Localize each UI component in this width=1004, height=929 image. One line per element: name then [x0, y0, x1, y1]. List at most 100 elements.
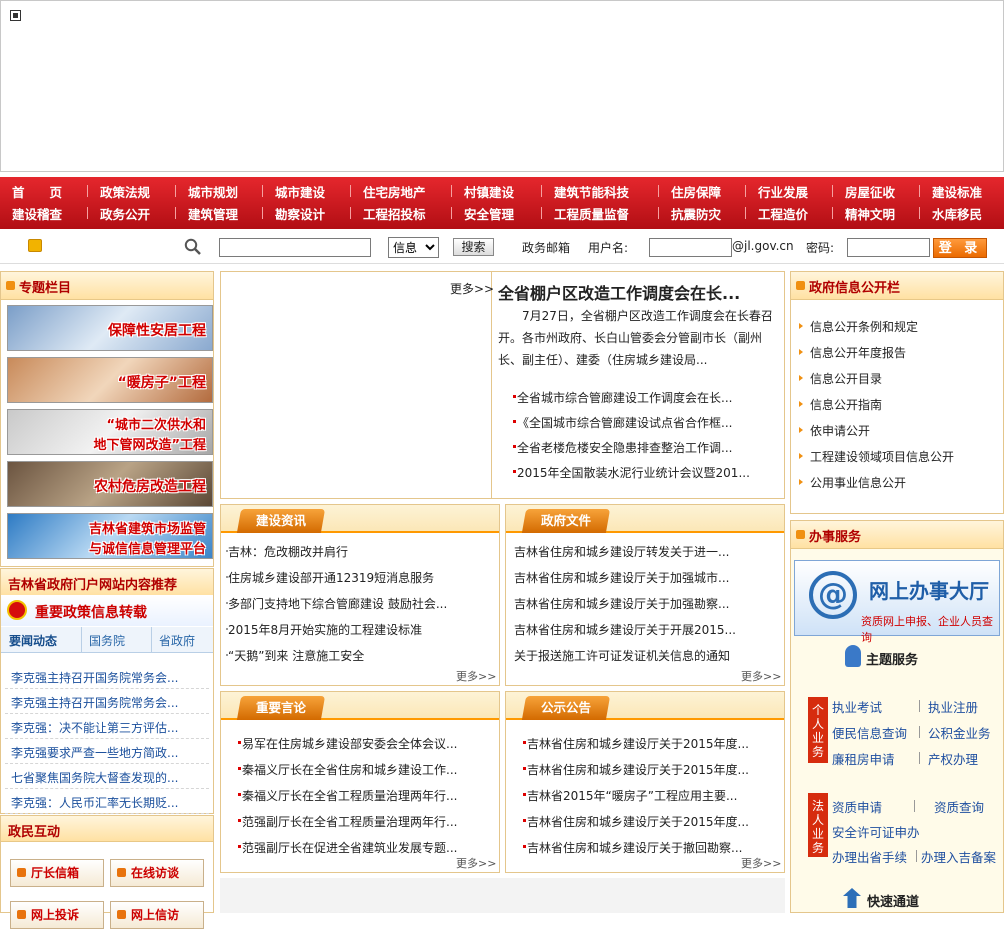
news-link[interactable]: 七省聚焦国务院大督查发现的... [11, 769, 178, 786]
nav-item[interactable]: 工程招投标 [363, 204, 426, 223]
nav-item[interactable]: 抗震防灾 [671, 204, 721, 223]
box-tab[interactable]: 重要言论 [236, 696, 326, 720]
news-link[interactable]: 李克强主持召开国务院常务会... [11, 694, 178, 711]
personal-link[interactable]: 公积金业务 [928, 723, 991, 742]
list-item[interactable]: 关于报送施工许可证发证机关信息的通知 [514, 647, 730, 664]
interaction-button[interactable]: 网上信访 [110, 901, 204, 929]
info-link[interactable]: 信息公开指南 [810, 396, 882, 413]
info-link[interactable]: 工程建设领域项目信息公开 [810, 448, 954, 465]
list-item[interactable]: 吉林省住房和城乡建设厅关于2015年度... [527, 761, 749, 778]
interaction-button[interactable]: 在线访谈 [110, 859, 204, 887]
nav-item[interactable]: 村镇建设 [464, 182, 514, 201]
box-tab[interactable]: 建设资讯 [236, 509, 326, 533]
list-item[interactable]: 吉林省住房和城乡建设厅关于2015年度... [527, 813, 749, 830]
tab-0[interactable]: 要闻动态 [9, 632, 57, 649]
search-button[interactable]: 搜索 [453, 238, 494, 256]
nav-item[interactable]: 住宅房地产 [363, 182, 426, 201]
nav-item[interactable]: 工程造价 [758, 204, 808, 223]
list-item[interactable]: 2015年8月开始实施的工程建设标准 [228, 621, 422, 638]
nav-item[interactable]: 政策法规 [100, 182, 150, 201]
nav-item[interactable]: 勘察设计 [275, 204, 325, 223]
news-link[interactable]: 李克强：人民币汇率无长期贬... [11, 794, 178, 811]
headline-link[interactable]: 全省城市综合管廊建设工作调度会在长... [517, 389, 732, 406]
more-link[interactable]: 更多>> [456, 668, 496, 684]
list-item[interactable]: 李克强：人民币汇率无长期贬... [5, 792, 209, 814]
list-item[interactable]: 李克强要求严查一些地方简政... [5, 742, 209, 764]
info-link[interactable]: 信息公开目录 [810, 370, 882, 387]
more-link[interactable]: 更多>> [741, 668, 781, 684]
list-item[interactable]: 吉林省住房和城乡建设厅关于加强城市... [514, 569, 729, 586]
more-link-top[interactable]: 更多>> [450, 280, 494, 297]
nav-item[interactable]: 建筑管理 [188, 204, 238, 223]
special-topic-banner[interactable]: 保障性安居工程 [7, 305, 213, 351]
list-item[interactable]: 吉林省住房和城乡建设厅关于撤回勘察... [527, 839, 742, 856]
personal-link[interactable]: 产权办理 [928, 749, 978, 768]
personal-link[interactable]: 廉租房申请 [832, 749, 895, 768]
corporate-link[interactable]: 资质查询 [934, 797, 984, 816]
nav-item[interactable]: 城市规划 [188, 182, 238, 201]
info-link[interactable]: 信息公开年度报告 [810, 344, 906, 361]
list-item[interactable]: “天鹅”到来 注意施工安全 [228, 647, 364, 664]
policy-banner[interactable]: 重要政策信息转载 [1, 596, 213, 626]
list-item[interactable]: 吉林省住房和城乡建设厅转发关于进一... [514, 543, 729, 560]
box-tab[interactable]: 政府文件 [521, 509, 611, 533]
corporate-link[interactable]: 办理入吉备案 [921, 847, 996, 866]
list-item[interactable]: 范强副厅长在促进全省建筑业发展专题... [242, 839, 457, 856]
nav-item[interactable]: 首 页 [12, 182, 62, 201]
info-link[interactable]: 公用事业信息公开 [810, 474, 906, 491]
nav-item[interactable]: 城市建设 [275, 182, 325, 201]
tab-1[interactable]: 国务院 [89, 632, 125, 649]
list-item[interactable]: 多部门支持地下综合管廊建设 鼓励社会... [228, 595, 447, 612]
special-topic-banner[interactable]: “城市二次供水和 地下管网改造”工程 [7, 409, 213, 455]
list-item[interactable]: 易军在住房城乡建设部安委会全体会议... [242, 735, 457, 752]
interaction-button[interactable]: 厅长信箱 [10, 859, 104, 887]
online-hall-banner[interactable]: @ 网上办事大厅 资质网上申报、企业人员查询 [794, 560, 1000, 644]
corporate-link[interactable]: 资质申请 [832, 797, 882, 816]
nav-item[interactable]: 安全管理 [464, 204, 514, 223]
nav-item[interactable]: 精神文明 [845, 204, 895, 223]
interaction-button[interactable]: 网上投诉 [10, 901, 104, 929]
list-item[interactable]: 李克强：决不能让第三方评估... [5, 717, 209, 739]
nav-item[interactable]: 政务公开 [100, 204, 150, 223]
login-button[interactable]: 登 录 [933, 238, 987, 258]
headline-title[interactable]: 全省棚户区改造工作调度会在长... [498, 280, 740, 304]
list-item[interactable]: 秦福义厅长在全省工程质量治理两年行... [242, 787, 457, 804]
list-item[interactable]: 住房城乡建设部开通12319短消息服务 [228, 569, 434, 586]
news-link[interactable]: 李克强：决不能让第三方评估... [11, 719, 178, 736]
headline-link[interactable]: 全省老楼危楼安全隐患排查整治工作调... [517, 439, 732, 456]
list-item[interactable]: 吉林省住房和城乡建设厅关于2015年度... [527, 735, 749, 752]
more-link[interactable]: 更多>> [741, 855, 781, 871]
personal-link[interactable]: 便民信息查询 [832, 723, 907, 742]
nav-item[interactable]: 水库移民 [932, 204, 982, 223]
personal-link[interactable]: 执业注册 [928, 697, 978, 716]
special-topic-banner[interactable]: “暖房子”工程 [7, 357, 213, 403]
nav-item[interactable]: 工程质量监督 [554, 204, 629, 223]
home-icon[interactable] [28, 239, 42, 252]
gov-mail-label[interactable]: 政务邮箱 [522, 239, 570, 256]
box-tab[interactable]: 公示公告 [521, 696, 611, 720]
news-link[interactable]: 李克强要求严查一些地方简政... [11, 744, 178, 761]
more-link[interactable]: 更多>> [456, 855, 496, 871]
special-topic-banner[interactable]: 农村危房改造工程 [7, 461, 213, 507]
list-item[interactable]: 李克强主持召开国务院常务会... [5, 692, 209, 714]
nav-item[interactable]: 建筑节能科技 [554, 182, 629, 201]
corporate-link[interactable]: 办理出省手续 [832, 847, 907, 866]
nav-item[interactable]: 建设标准 [932, 182, 982, 201]
list-item[interactable]: 李克强主持召开国务院常务会... [5, 667, 209, 689]
nav-item[interactable]: 行业发展 [758, 182, 808, 201]
list-item[interactable]: 七省聚焦国务院大督查发现的... [5, 767, 209, 789]
headline-link[interactable]: 2015年全国散装水泥行业统计会议暨201... [517, 464, 750, 481]
list-item[interactable]: 吉林：危改棚改并肩行 [228, 543, 348, 560]
list-item[interactable]: 吉林省住房和城乡建设厅关于加强勘察... [514, 595, 729, 612]
list-item[interactable]: 吉林省2015年“暖房子”工程应用主要... [527, 787, 737, 804]
list-item[interactable]: 秦福义厅长在全省住房和城乡建设工作... [242, 761, 457, 778]
nav-item[interactable]: 住房保障 [671, 182, 721, 201]
list-item[interactable]: 吉林省住房和城乡建设厅关于开展2015... [514, 621, 736, 638]
nav-item[interactable]: 房屋征收 [845, 182, 895, 201]
tab-2[interactable]: 省政府 [159, 632, 195, 649]
news-link[interactable]: 李克强主持召开国务院常务会... [11, 669, 178, 686]
personal-link[interactable]: 执业考试 [832, 697, 882, 716]
corporate-link[interactable]: 安全许可证申办 [832, 822, 920, 841]
password-field[interactable] [847, 238, 930, 257]
special-topic-banner[interactable]: 吉林省建筑市场监管 与诚信信息管理平台 [7, 513, 213, 559]
